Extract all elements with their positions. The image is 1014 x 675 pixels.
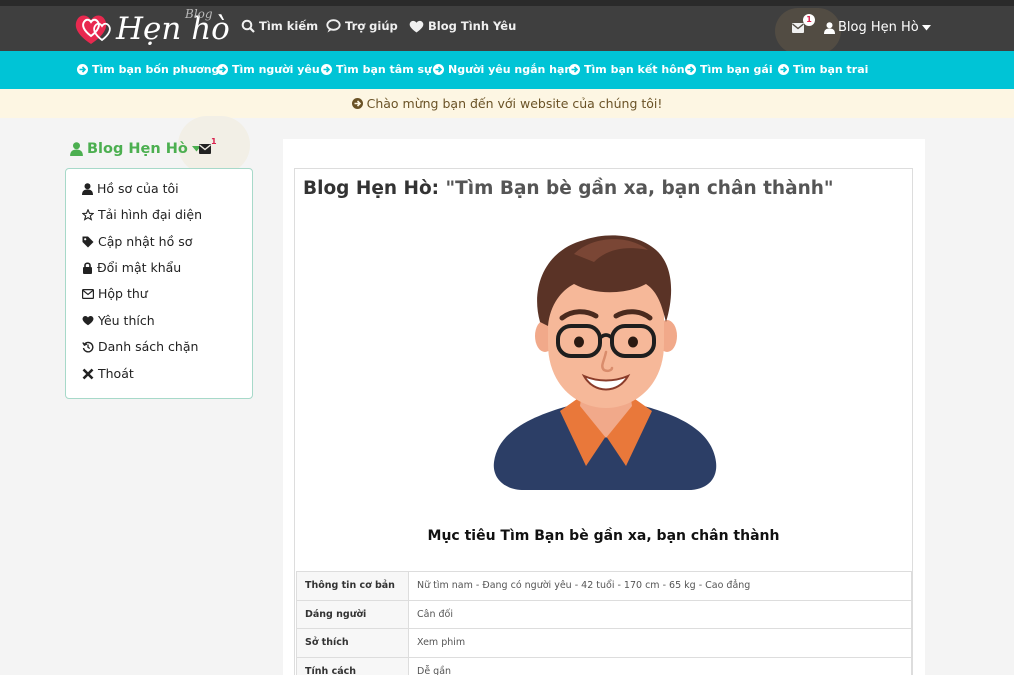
sidebar-item-change-password[interactable]: Đổi mật khẩu — [82, 260, 181, 275]
sidebar-item-label: Cập nhật hồ sơ — [98, 234, 193, 249]
history-icon — [82, 341, 94, 352]
arrow-circle-right-icon — [77, 64, 88, 75]
sidebar-item-favorites[interactable]: Yêu thích — [82, 313, 155, 328]
subnav-link[interactable]: Tìm người yêu — [217, 63, 320, 76]
sidebar-mail-badge: 1 — [211, 137, 217, 146]
double-heart-icon — [75, 15, 111, 44]
subnav-link-label: Tìm bạn tâm sự — [336, 63, 432, 76]
arrow-circle-right-icon — [569, 64, 580, 75]
heart-icon — [82, 316, 94, 326]
welcome-banner: Chào mừng bạn đến với website của chúng … — [0, 89, 1014, 118]
profile-avatar — [488, 226, 724, 496]
sidebar-user-menu[interactable]: Blog Hẹn Hò — [70, 141, 201, 157]
subnav-link[interactable]: Tìm bạn kết hôn — [569, 63, 685, 76]
info-key: Dáng người — [296, 599, 409, 629]
sidebar-item-label: Thoát — [98, 366, 134, 381]
user-menu[interactable]: Blog Hẹn Hò — [824, 20, 931, 35]
arrow-circle-right-icon — [433, 64, 444, 75]
nav-blog-label: Blog Tình Yêu — [428, 19, 517, 33]
arrow-circle-right-icon — [778, 64, 789, 75]
envelope-icon — [82, 288, 94, 299]
sidebar-item-block-list[interactable]: Danh sách chặn — [82, 339, 198, 354]
tag-icon — [82, 236, 94, 247]
subnav-link[interactable]: Tìm bạn gái — [685, 63, 773, 76]
subnav-link[interactable]: Tìm bạn bốn phương — [77, 63, 219, 76]
subnav-link-label: Tìm bạn gái — [700, 63, 773, 76]
sidebar-menu: Hồ sơ của tôi Tải hình đại diện Cập nhật… — [65, 168, 253, 399]
site-logo[interactable]: Hẹn hò Blog — [72, 7, 230, 50]
table-row: Sở thích Xem phim — [296, 628, 912, 658]
arrow-circle-right-icon — [321, 64, 332, 75]
category-navbar: Tìm bạn bốn phương Tìm người yêu Tìm bạn… — [0, 51, 1014, 89]
mail-badge: 1 — [803, 14, 815, 26]
info-value: Xem phim — [408, 628, 912, 658]
sidebar-item-label: Tải hình đại diện — [98, 207, 203, 222]
nav-help[interactable]: Trợ giúp — [326, 19, 398, 33]
subnav-link[interactable]: Tìm bạn tâm sự — [321, 63, 432, 76]
arrow-circle-right-icon — [685, 64, 696, 75]
info-key: Thông tin cơ bản — [296, 571, 409, 601]
subnav-link-label: Tìm bạn bốn phương — [92, 63, 220, 76]
subnav-link[interactable]: Tìm bạn trai — [778, 63, 868, 76]
arrow-circle-right-icon — [217, 64, 228, 75]
envelope-icon[interactable] — [792, 23, 804, 33]
sidebar-item-label: Yêu thích — [98, 313, 155, 328]
nav-search[interactable]: Tìm kiếm — [241, 19, 318, 33]
profile-info-table: Thông tin cơ bản Nữ tìm nam - Đang có ng… — [296, 571, 912, 675]
user-menu-label: Blog Hẹn Hò — [838, 20, 919, 35]
info-value: Dễ gần — [408, 656, 912, 675]
sidebar-item-upload-avatar[interactable]: Tải hình đại diện — [82, 207, 202, 222]
profile-tagline: "Tìm Bạn bè gần xa, bạn chân thành" — [445, 178, 834, 199]
table-row: Thông tin cơ bản Nữ tìm nam - Đang có ng… — [296, 571, 912, 601]
nav-blog[interactable]: Blog Tình Yêu — [409, 19, 516, 33]
sidebar-item-label: Đổi mật khẩu — [97, 260, 182, 275]
comment-icon — [326, 19, 341, 33]
info-value: Nữ tìm nam - Đang có người yêu - 42 tuổi… — [408, 571, 912, 601]
table-row: Dáng người Cân đối — [296, 599, 912, 629]
avatar-illustration — [493, 235, 717, 490]
profile-goal: Mục tiêu Tìm Bạn bè gần xa, bạn chân thà… — [427, 528, 780, 544]
profile-name: Blog Hẹn Hò: — [303, 178, 440, 199]
subnav-link-label: Người yêu ngắn hạn — [448, 63, 573, 76]
main-navbar: Hẹn hò Blog Tìm kiếm Trợ giúp Blog Tình … — [0, 6, 1014, 54]
user-icon — [70, 142, 83, 156]
subnav-link-label: Tìm bạn kết hôn — [584, 63, 685, 76]
subnav-link-label: Tìm bạn trai — [793, 63, 869, 76]
search-icon — [241, 19, 255, 33]
arrow-circle-right-icon — [351, 98, 363, 109]
close-icon — [82, 368, 94, 379]
welcome-text: Chào mừng bạn đến với website của chúng … — [366, 96, 663, 111]
sidebar-item-update-profile[interactable]: Cập nhật hồ sơ — [82, 234, 192, 249]
sidebar-title: Blog Hẹn Hò — [87, 141, 188, 157]
sidebar-item-logout[interactable]: Thoát — [82, 366, 134, 381]
heart-icon — [409, 20, 424, 32]
envelope-icon[interactable] — [199, 144, 211, 154]
sidebar-item-profile[interactable]: Hồ sơ của tôi — [82, 181, 179, 196]
info-key: Sở thích — [296, 628, 409, 658]
user-icon — [82, 182, 93, 195]
caret-down-icon — [921, 24, 931, 30]
info-key: Tính cách — [296, 656, 409, 675]
nav-search-label: Tìm kiếm — [259, 19, 319, 33]
user-icon — [824, 21, 835, 34]
sidebar-item-label: Hồ sơ của tôi — [97, 181, 179, 196]
sidebar-item-inbox[interactable]: Hộp thư — [82, 286, 148, 301]
logo-blog-label: Blog — [185, 7, 213, 21]
nav-help-label: Trợ giúp — [345, 19, 398, 33]
sidebar-item-label: Danh sách chặn — [98, 339, 199, 354]
profile-title: Blog Hẹn Hò: "Tìm Bạn bè gần xa, bạn châ… — [303, 178, 834, 199]
lock-icon — [83, 261, 92, 274]
subnav-link-label: Tìm người yêu — [232, 63, 320, 76]
sidebar-item-label: Hộp thư — [98, 286, 148, 301]
info-value: Cân đối — [408, 599, 912, 629]
subnav-link[interactable]: Người yêu ngắn hạn — [433, 63, 572, 76]
table-row: Tính cách Dễ gần — [296, 656, 912, 675]
star-icon — [82, 208, 94, 221]
